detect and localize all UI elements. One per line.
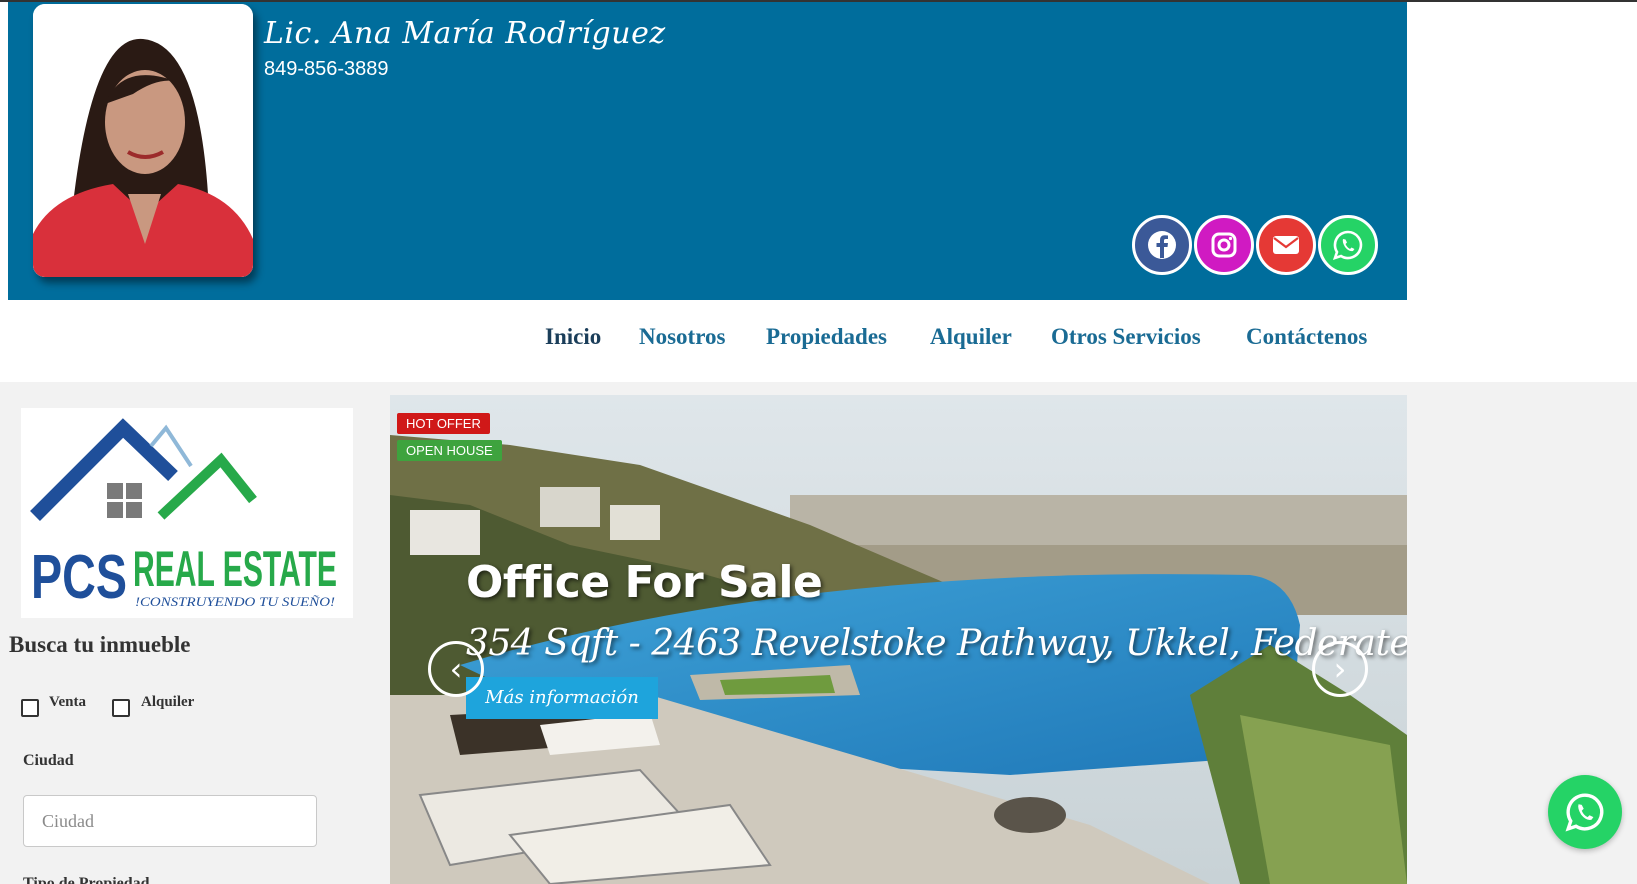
checkbox-alquiler-label: Alquiler xyxy=(141,694,195,710)
property-slider: HOT OFFER OPEN HOUSE Office For Sale 354… xyxy=(390,395,1407,884)
chevron-left-icon: ‹ xyxy=(449,650,463,688)
nav-inicio[interactable]: Inicio xyxy=(545,324,601,350)
city-input[interactable] xyxy=(23,795,317,847)
site-header: Lic. Ana María Rodríguez 849-856-3889 xyxy=(8,2,1407,300)
whatsapp-icon xyxy=(1565,793,1604,832)
main-nav: Inicio Nosotros Propiedades Alquiler Otr… xyxy=(0,324,1637,364)
agent-photo xyxy=(33,4,253,277)
company-logo: PCS REAL ESTATE !CONSTRUYENDO TU SUEÑO! xyxy=(21,408,353,618)
chevron-right-icon: › xyxy=(1333,650,1347,688)
whatsapp-button[interactable] xyxy=(1318,215,1378,275)
instagram-button[interactable] xyxy=(1194,215,1254,275)
agent-name: Lic. Ana María Rodríguez xyxy=(264,16,666,51)
agent-phone[interactable]: 849-856-3889 xyxy=(264,58,389,81)
email-icon xyxy=(1273,236,1299,254)
slider-prev-button[interactable]: ‹ xyxy=(428,641,484,697)
city-label: Ciudad xyxy=(23,752,74,769)
social-links xyxy=(1132,215,1378,275)
property-type-label: Tipo de Propiedad xyxy=(23,875,150,884)
checkbox-alquiler[interactable] xyxy=(112,699,130,717)
instagram-icon xyxy=(1211,232,1237,258)
floating-whatsapp-button[interactable] xyxy=(1548,775,1622,849)
badge-hot-offer: HOT OFFER xyxy=(397,413,490,434)
slide-subtitle: 354 Sqft - 2463 Revelstoke Pathway, Ukke… xyxy=(466,623,1407,664)
checkbox-venta[interactable] xyxy=(21,699,39,717)
facebook-button[interactable] xyxy=(1132,215,1192,275)
checkbox-venta-label: Venta xyxy=(49,694,86,710)
nav-propiedades[interactable]: Propiedades xyxy=(766,324,887,350)
nav-nosotros[interactable]: Nosotros xyxy=(639,324,725,350)
slide-title[interactable]: Office For Sale xyxy=(466,557,823,608)
slider-next-button[interactable]: › xyxy=(1312,641,1368,697)
whatsapp-icon xyxy=(1332,230,1363,261)
facebook-icon xyxy=(1148,231,1176,259)
badge-open-house: OPEN HOUSE xyxy=(397,440,502,461)
logo-word-real-estate: REAL ESTATE xyxy=(133,541,337,597)
email-button[interactable] xyxy=(1256,215,1316,275)
nav-contactenos[interactable]: Contáctenos xyxy=(1246,324,1367,350)
nav-otros-servicios[interactable]: Otros Servicios xyxy=(1051,324,1201,350)
more-info-button[interactable]: Más información xyxy=(466,677,658,719)
logo-word-pcs: PCS xyxy=(31,543,127,612)
nav-alquiler[interactable]: Alquiler xyxy=(930,324,1012,350)
logo-tagline: !CONSTRUYENDO TU SUEÑO! xyxy=(135,594,335,609)
search-title: Busca tu inmueble xyxy=(9,632,191,657)
